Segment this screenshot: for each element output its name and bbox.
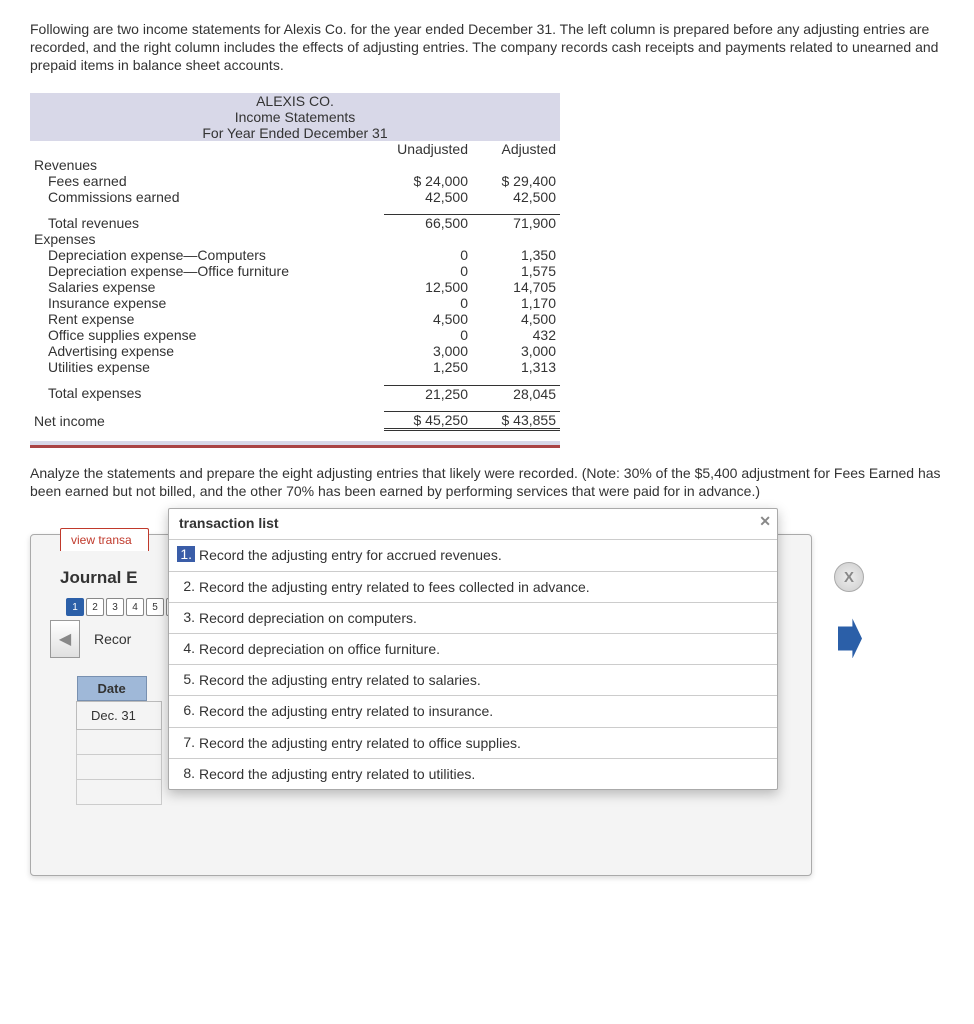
row-val: 3,000 xyxy=(384,343,472,359)
item-text: Record the adjusting entry related to in… xyxy=(199,702,769,720)
row-label: Depreciation expense—Office furniture xyxy=(30,263,384,279)
transaction-item-8[interactable]: 8.Record the adjusting entry related to … xyxy=(169,758,777,789)
pager-btn-2[interactable]: 2 xyxy=(86,598,104,616)
net-income-label: Net income xyxy=(30,412,384,430)
row-label: Fees earned xyxy=(30,173,384,189)
expenses-header: Expenses xyxy=(30,231,384,247)
row-val: 1,350 xyxy=(472,247,560,263)
transaction-item-6[interactable]: 6.Record the adjusting entry related to … xyxy=(169,695,777,726)
item-text: Record the adjusting entry for accrued r… xyxy=(199,546,769,564)
transaction-item-4[interactable]: 4.Record depreciation on office furnitur… xyxy=(169,633,777,664)
row-val: 0 xyxy=(384,263,472,279)
col-unadjusted: Unadjusted xyxy=(384,141,472,157)
chevron-left-icon: ◀ xyxy=(59,629,71,649)
revenues-header: Revenues xyxy=(30,157,384,173)
net-income-u: $ 45,250 xyxy=(384,412,472,430)
blank-cell[interactable] xyxy=(77,755,162,780)
item-number: 1. xyxy=(177,546,195,562)
item-text: Record the adjusting entry related to fe… xyxy=(199,578,769,596)
transaction-list-title: transaction list xyxy=(179,515,279,531)
item-number: 5. xyxy=(173,671,199,687)
income-statement: ALEXIS CO. Income Statements For Year En… xyxy=(30,93,560,432)
row-val: 1,575 xyxy=(472,263,560,279)
total-expenses-u: 21,250 xyxy=(384,385,472,402)
item-number: 7. xyxy=(173,734,199,750)
total-revenues-a: 71,900 xyxy=(472,215,560,232)
row-label: Rent expense xyxy=(30,311,384,327)
view-transactions-tab[interactable]: view transa xyxy=(60,528,149,551)
pager-btn-5[interactable]: 5 xyxy=(146,598,164,616)
transaction-item-2[interactable]: 2.Record the adjusting entry related to … xyxy=(169,571,777,602)
blank-cell[interactable] xyxy=(77,730,162,755)
close-icon[interactable]: ✕ xyxy=(759,513,771,530)
row-val: 1,170 xyxy=(472,295,560,311)
blank-cell[interactable] xyxy=(77,780,162,805)
transaction-item-1[interactable]: 1.Record the adjusting entry for accrued… xyxy=(169,539,777,570)
row-val: 12,500 xyxy=(384,279,472,295)
total-revenues-u: 66,500 xyxy=(384,215,472,232)
pager-btn-1[interactable]: 1 xyxy=(66,598,84,616)
row-val: 432 xyxy=(472,327,560,343)
row-val: 4,500 xyxy=(472,311,560,327)
item-text: Record depreciation on computers. xyxy=(199,609,769,627)
prev-button[interactable]: ◀ xyxy=(50,620,80,658)
item-number: 4. xyxy=(173,640,199,656)
date-cell[interactable]: Dec. 31 xyxy=(77,702,162,730)
next-arrow-button[interactable] xyxy=(838,618,862,658)
row-val: 1,250 xyxy=(384,359,472,375)
row-val: $ 29,400 xyxy=(472,173,560,189)
row-label: Depreciation expense—Computers xyxy=(30,247,384,263)
row-label: Salaries expense xyxy=(30,279,384,295)
row-val: 1,313 xyxy=(472,359,560,375)
row-val: 42,500 xyxy=(472,189,560,205)
pager: 1 2 3 4 5 6 xyxy=(66,598,184,616)
stmt-period: For Year Ended December 31 xyxy=(30,125,560,141)
row-label: Commissions earned xyxy=(30,189,384,205)
row-val: 0 xyxy=(384,295,472,311)
transaction-item-7[interactable]: 7.Record the adjusting entry related to … xyxy=(169,727,777,758)
col-adjusted: Adjusted xyxy=(472,141,560,157)
pager-btn-3[interactable]: 3 xyxy=(106,598,124,616)
row-val: $ 24,000 xyxy=(384,173,472,189)
transaction-list-panel: transaction list ✕ 1.Record the adjustin… xyxy=(168,508,778,790)
row-label: Insurance expense xyxy=(30,295,384,311)
item-text: Record the adjusting entry related to ut… xyxy=(199,765,769,783)
stmt-title: Income Statements xyxy=(30,109,560,125)
divider xyxy=(30,445,560,448)
instructions-text: Analyze the statements and prepare the e… xyxy=(30,464,944,500)
journal-entry-heading: Journal E xyxy=(60,568,137,588)
row-val: 0 xyxy=(384,247,472,263)
stmt-company: ALEXIS CO. xyxy=(30,93,560,109)
close-panel-button[interactable]: X xyxy=(834,562,864,592)
total-expenses-a: 28,045 xyxy=(472,385,560,402)
item-text: Record the adjusting entry related to of… xyxy=(199,734,769,752)
item-number: 8. xyxy=(173,765,199,781)
total-expenses-label: Total expenses xyxy=(30,385,384,402)
row-val: 4,500 xyxy=(384,311,472,327)
row-val: 42,500 xyxy=(384,189,472,205)
item-text: Record depreciation on office furniture. xyxy=(199,640,769,658)
pager-btn-4[interactable]: 4 xyxy=(126,598,144,616)
date-header: Date xyxy=(77,676,147,701)
transaction-item-5[interactable]: 5.Record the adjusting entry related to … xyxy=(169,664,777,695)
row-val: 14,705 xyxy=(472,279,560,295)
net-income-a: $ 43,855 xyxy=(472,412,560,430)
row-val: 3,000 xyxy=(472,343,560,359)
item-text: Record the adjusting entry related to sa… xyxy=(199,671,769,689)
row-label: Advertising expense xyxy=(30,343,384,359)
row-label: Utilities expense xyxy=(30,359,384,375)
record-label: Recor xyxy=(94,631,131,647)
transaction-item-3[interactable]: 3.Record depreciation on computers. xyxy=(169,602,777,633)
item-number: 6. xyxy=(173,702,199,718)
item-number: 2. xyxy=(173,578,199,594)
row-label: Office supplies expense xyxy=(30,327,384,343)
row-val: 0 xyxy=(384,327,472,343)
intro-text: Following are two income statements for … xyxy=(30,20,944,75)
item-number: 3. xyxy=(173,609,199,625)
total-revenues-label: Total revenues xyxy=(30,215,384,232)
